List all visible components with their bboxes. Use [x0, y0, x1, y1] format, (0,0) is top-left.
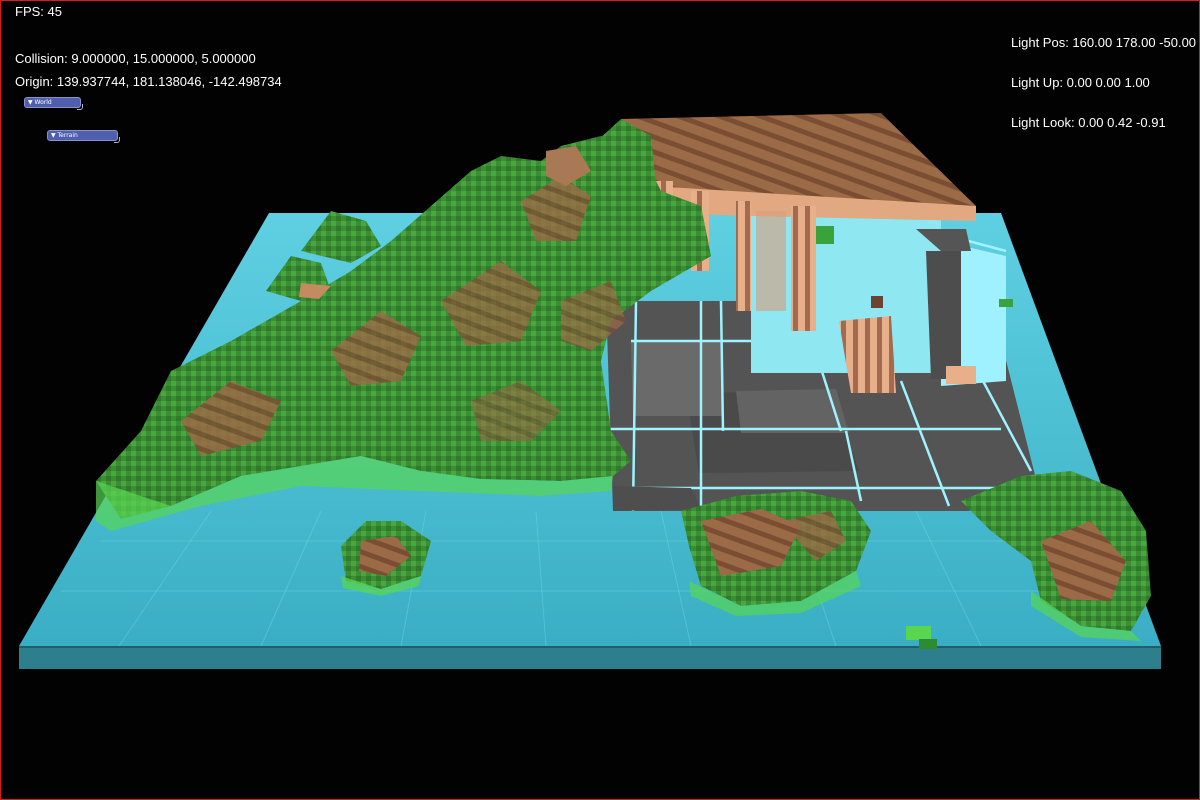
collision-readout: Collision: 9.000000, 15.000000, 5.000000: [15, 51, 256, 66]
terrain-panel-header[interactable]: ▼ Terrain: [47, 130, 120, 143]
light-pos-readout: Light Pos: 160.00 178.00 -50.00: [1011, 35, 1197, 50]
light-up-readout: Light Up: 0.00 0.00 1.00: [1011, 75, 1150, 90]
game-viewport[interactable]: FPS: 45 Collision: 9.000000, 15.000000, …: [0, 0, 1200, 800]
world-panel-header[interactable]: ▼ World: [24, 97, 83, 110]
fps-readout: FPS: 45: [15, 4, 62, 19]
light-look-readout: Light Look: 0.00 0.42 -0.91: [1011, 115, 1166, 130]
origin-readout: Origin: 139.937744, 181.138046, -142.498…: [15, 74, 282, 89]
